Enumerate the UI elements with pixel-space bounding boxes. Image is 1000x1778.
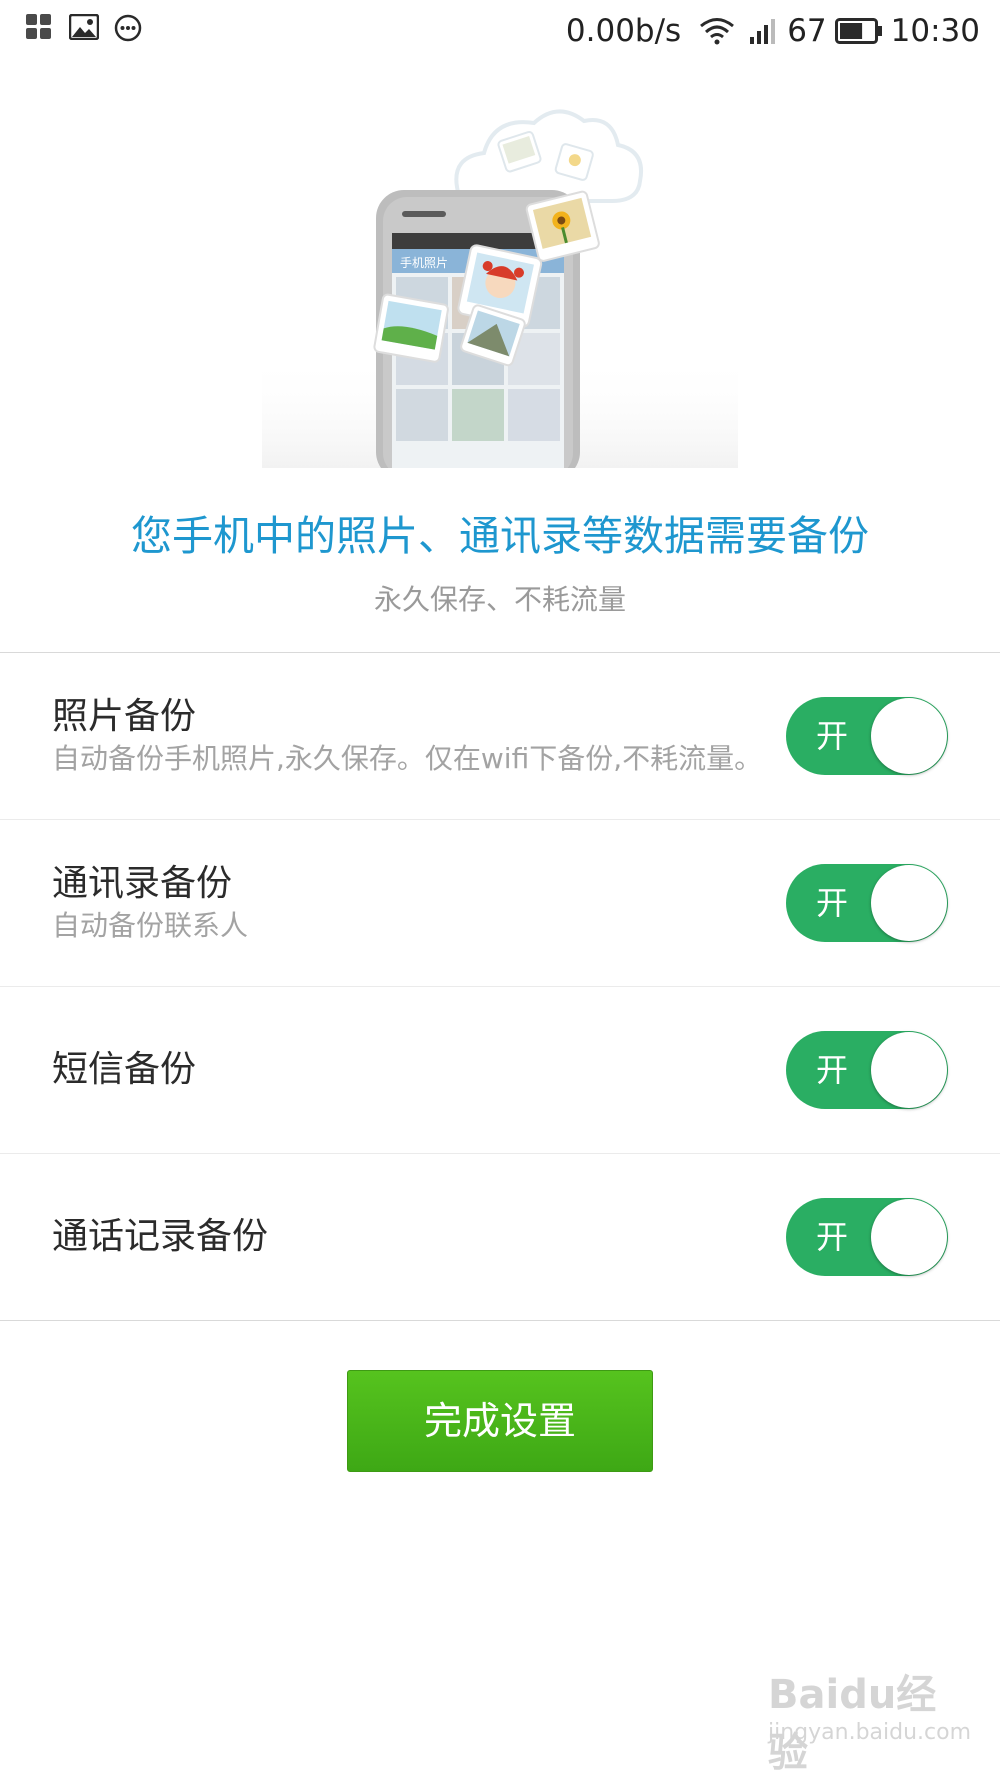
finish-setup-button[interactable]: 完成设置 — [347, 1370, 653, 1472]
toggle-label: 开 — [816, 884, 849, 922]
sms-backup-title: 短信备份 — [52, 1049, 197, 1090]
photo-backup-toggle[interactable]: 开 — [786, 697, 948, 775]
call-log-backup-toggle[interactable]: 开 — [786, 1198, 948, 1276]
watermark-url: jingyan.baidu.com — [768, 1720, 972, 1745]
contacts-backup-row: 通讯录备份 自动备份联系人 开 — [0, 820, 1000, 987]
toggle-knob — [871, 1032, 947, 1108]
sms-backup-row: 短信备份 开 — [0, 987, 1000, 1154]
net-speed: 0.00b/s — [565, 13, 682, 49]
backup-settings-list: 照片备份 自动备份手机照片,永久保存。仅在wifi下备份,不耗流量。 开 通讯录… — [0, 652, 1000, 1321]
photo-backup-desc: 自动备份手机照片,永久保存。仅在wifi下备份,不耗流量。 — [52, 742, 763, 775]
status-bar: 0.00b/s 67 10:30 — [0, 0, 1000, 62]
sms-backup-toggle[interactable]: 开 — [786, 1031, 948, 1109]
row-text: 通讯录备份 自动备份联系人 — [52, 862, 770, 944]
gallery-icon — [68, 13, 100, 44]
toggle-knob — [871, 865, 947, 941]
photo-backup-title: 照片备份 — [52, 696, 197, 737]
battery-icon — [834, 18, 883, 44]
cloud-icon — [454, 109, 643, 203]
photo-backup-row: 照片备份 自动备份手机照片,永久保存。仅在wifi下备份,不耗流量。 开 — [0, 653, 1000, 820]
toggle-knob — [871, 698, 947, 774]
message-icon — [114, 14, 142, 46]
toggle-label: 开 — [816, 1051, 849, 1089]
contacts-backup-toggle[interactable]: 开 — [786, 864, 948, 942]
signal-icon — [749, 17, 779, 45]
apps-grid-icon — [26, 14, 52, 44]
contacts-backup-desc: 自动备份联系人 — [52, 909, 249, 942]
contacts-backup-title: 通讯录备份 — [52, 863, 233, 904]
headline: 您手机中的照片、通讯录等数据需要备份 — [131, 512, 869, 560]
row-text: 短信备份 — [52, 1048, 770, 1092]
row-text: 照片备份 自动备份手机照片,永久保存。仅在wifi下备份,不耗流量。 — [52, 695, 770, 777]
call-log-backup-title: 通话记录备份 — [52, 1216, 269, 1257]
backup-illustration: 手机照片 — [262, 105, 738, 480]
toggle-label: 开 — [816, 1218, 849, 1256]
status-icons-right: 0.00b/s 67 10:30 — [566, 8, 980, 54]
wifi-icon — [699, 17, 735, 45]
battery-level: 67 — [787, 13, 827, 49]
row-text: 通话记录备份 — [52, 1215, 770, 1259]
phone-screen-title: 手机照片 — [400, 256, 448, 270]
baidu-jingyan-watermark: Baidu经验 jingyan.baidu.com — [762, 1662, 971, 1776]
toggle-knob — [871, 1199, 947, 1275]
call-log-backup-row: 通话记录备份 开 — [0, 1154, 1000, 1320]
subheadline: 永久保存、不耗流量 — [373, 583, 626, 616]
toggle-label: 开 — [816, 717, 849, 755]
clock: 10:30 — [890, 13, 980, 49]
